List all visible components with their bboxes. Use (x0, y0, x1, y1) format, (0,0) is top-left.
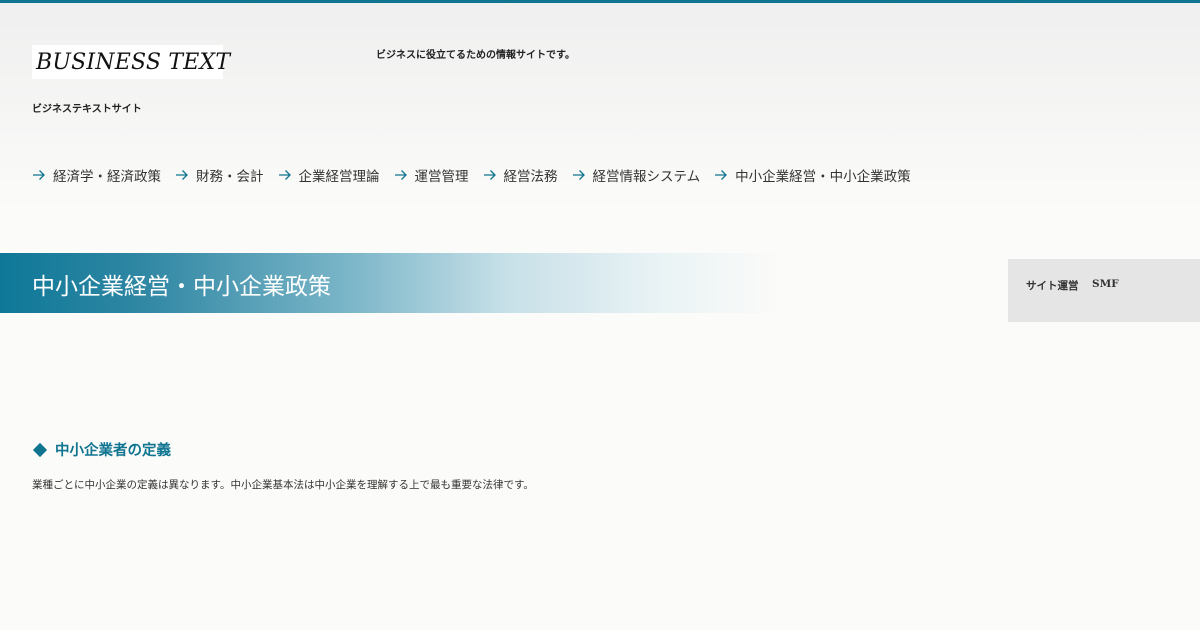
arrow-right-icon (394, 170, 407, 180)
global-nav: 経済学・経済政策 財務・会計 企業経営理論 運営管理 経営法務 経営情報システム… (32, 165, 925, 185)
nav-item-finance-accounting[interactable]: 財務・会計 (175, 165, 264, 185)
page-title: 中小企業経営・中小企業政策 (32, 274, 331, 300)
section-body-text: 業種ごとに中小企業の定義は異なります。中小企業基本法は中小企業を理解する上で最も… (32, 479, 534, 491)
nav-item-label: 経済学・経済政策 (53, 169, 161, 185)
nav-item-label: 企業経営理論 (298, 169, 380, 185)
nav-item-label: 経営法務 (503, 169, 558, 185)
section-heading: 中小企業者の定義 (32, 439, 171, 460)
site-logo[interactable]: BUSINESS TEXT (32, 45, 230, 79)
nav-item-management-theory[interactable]: 企業経営理論 (278, 165, 380, 185)
nav-item-sme-policy[interactable]: 中小企業経営・中小企業政策 (714, 165, 911, 185)
section-heading-text[interactable]: 中小企業者の定義 (55, 439, 171, 460)
logo-text: BUSINESS TEXT (36, 49, 231, 75)
nav-item-label: 運営管理 (414, 169, 469, 185)
site-tagline: ビジネスに役立てるための情報サイトです。 (376, 50, 575, 61)
operator-name[interactable]: SMF (1092, 278, 1119, 290)
top-accent-bar (0, 0, 1200, 3)
nav-item-label: 中小企業経営・中小企業政策 (735, 169, 911, 185)
arrow-right-icon (278, 170, 291, 180)
site-operator-box: サイト運営 SMF (1008, 259, 1200, 322)
diamond-icon (32, 442, 48, 457)
arrow-right-icon (33, 170, 45, 180)
nav-item-label: 財務・会計 (196, 169, 264, 185)
nav-item-information-systems[interactable]: 経営情報システム (572, 165, 701, 185)
operator-label: サイト運営 (1026, 280, 1079, 292)
arrow-right-icon (176, 170, 188, 180)
nav-item-label: 経営情報システム (592, 169, 701, 185)
arrow-right-icon (572, 170, 585, 180)
nav-item-economics[interactable]: 経済学・経済政策 (32, 165, 161, 185)
nav-item-operations[interactable]: 運営管理 (394, 165, 469, 185)
site-name: ビジネステキストサイト (32, 104, 142, 115)
arrow-right-icon (483, 170, 496, 180)
nav-item-business-law[interactable]: 経営法務 (483, 165, 558, 185)
arrow-right-icon (715, 170, 728, 180)
